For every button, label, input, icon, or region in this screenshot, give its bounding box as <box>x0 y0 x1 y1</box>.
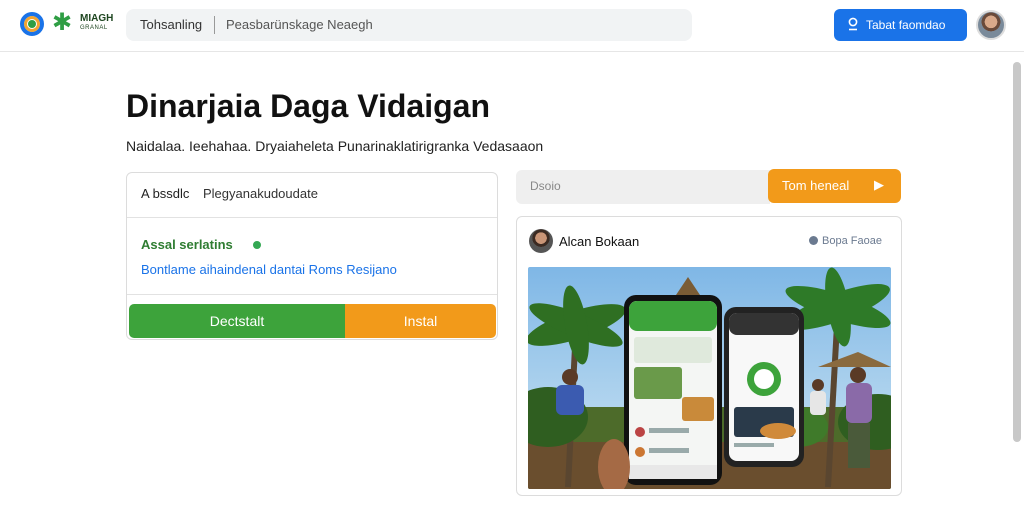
brand-logo[interactable]: ✱ MIAGH GRANAL <box>52 9 114 40</box>
app-logo-icon[interactable] <box>20 12 44 36</box>
download-button[interactable]: Dectstalt <box>129 304 345 338</box>
tag-dot-icon <box>809 236 818 245</box>
search-input[interactable]: Peasbarünskage Neaegh <box>226 17 373 32</box>
status-label: Assal serlatins <box>141 237 233 252</box>
post-author-avatar[interactable] <box>529 229 553 253</box>
page-scrollbar[interactable] <box>1013 62 1021 442</box>
search-keyword[interactable]: Tohsanling <box>140 17 202 32</box>
brand-star-icon: ✱ <box>52 9 73 36</box>
page-title: Dinarjaia Daga Vidaigan <box>126 88 490 124</box>
header-action-button[interactable]: Tabat faomdao <box>834 9 967 41</box>
install-card: A bssdlc Plegyanakudoudate Assal serlati… <box>126 172 498 340</box>
arrow-right-icon: ▶ <box>874 177 884 192</box>
card-divider <box>127 294 497 295</box>
install-button[interactable]: Instal <box>345 304 496 338</box>
page-subtitle: Naidalaa. Ieehahaa. Dryaiaheleta Punarin… <box>126 138 544 154</box>
header-action-label: Tabat faomdao <box>866 18 946 32</box>
post-photo[interactable] <box>528 267 891 489</box>
post-author-name[interactable]: Alcan Bokaan <box>559 234 639 249</box>
top-bar: ✱ MIAGH GRANAL Tohsanling Peasbarünskage… <box>0 0 1024 52</box>
search-bar[interactable]: Tohsanling Peasbarünskage Neaegh <box>126 9 692 41</box>
panel-search-placeholder: Dsoio <box>530 179 561 193</box>
village-scene-illustration <box>528 267 891 489</box>
details-link[interactable]: Bontlame aihaindenal dantai Roms Resijan… <box>141 262 397 277</box>
panel-search-button-label: Tom heneal <box>782 178 850 193</box>
user-avatar[interactable] <box>976 10 1006 40</box>
status-dot-icon <box>253 241 261 249</box>
card-chip-basic[interactable]: A bssdlc <box>141 186 189 201</box>
location-pin-icon <box>848 17 858 31</box>
brand-subtitle: GRANAL <box>80 25 108 31</box>
post-tag-label: Bopa Faoae <box>822 235 882 247</box>
card-chip-download[interactable]: Plegyanakudoudate <box>203 186 318 201</box>
search-divider <box>214 16 215 34</box>
post-tag[interactable]: Bopa Faoae <box>809 235 882 247</box>
panel-search-button[interactable]: Tom heneal ▶ <box>768 169 901 203</box>
brand-name: MIAGH <box>80 13 114 24</box>
panel-search-input[interactable]: Dsoio <box>516 170 770 204</box>
media-post-card: Alcan Bokaan Bopa Faoae <box>516 216 902 496</box>
card-header-row: A bssdlc Plegyanakudoudate <box>127 173 497 218</box>
